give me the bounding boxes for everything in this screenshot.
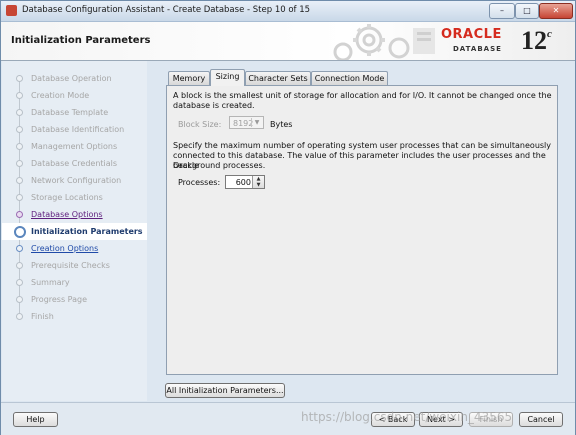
processes-description-line1: Specify the maximum number of operating … [173,141,552,150]
step-label: Creation Mode [31,91,90,100]
step-label: Summary [31,278,70,287]
step-dot [16,143,23,150]
step-current-dot [14,226,26,238]
cancel-button[interactable]: Cancel [519,412,563,427]
step-dot [16,160,23,167]
step-label[interactable]: Creation Options [31,244,98,253]
step-label: Database Operation [31,74,112,83]
steps-panel: Database Operation Creation Mode Databas… [2,61,147,401]
step-dot [16,296,23,303]
tab-memory[interactable]: Memory [168,71,210,85]
minimize-button[interactable]: – [489,3,515,19]
step-prerequisite-checks: Prerequisite Checks [2,257,147,274]
processes-spinner[interactable]: 600 ▲ ▼ [225,175,265,189]
step-initialization-parameters: Initialization Parameters [2,223,147,240]
app-icon [6,5,17,16]
main-content: Memory Sizing Character Sets Connection … [158,69,558,375]
header-banner: Initialization Parameters ORACLE DATABAS… [1,22,575,61]
spinner-arrows-icon[interactable]: ▲ ▼ [252,176,264,188]
step-label: Prerequisite Checks [31,261,110,270]
step-label: Progress Page [31,295,88,304]
step-dot [16,109,23,116]
step-management-options: Management Options [2,138,147,155]
block-size-label: Block Size: [178,120,222,129]
step-summary: Summary [2,274,147,291]
step-dot [16,92,23,99]
step-label: Initialization Parameters [31,227,143,236]
step-label: Database Identification [31,125,125,134]
step-network-configuration: Network Configuration [2,172,147,189]
step-label: Database Credentials [31,159,118,168]
step-label: Database Template [31,108,109,117]
step-label: Finish [31,312,54,321]
window-title: Database Configuration Assistant - Creat… [22,5,311,15]
step-dot [16,177,23,184]
step-dot [16,245,23,252]
step-finish: Finish [2,308,147,325]
step-progress-page: Progress Page [2,291,147,308]
close-button[interactable]: ✕ [539,3,573,19]
processes-value[interactable]: 600 [236,178,251,187]
database-logo-text: DATABASE [453,45,502,53]
tab-character-sets[interactable]: Character Sets [245,71,311,85]
step-database-credentials: Database Credentials [2,155,147,172]
oracle-logo: ORACLE [441,27,502,42]
step-dot [16,279,23,286]
step-creation-mode: Creation Mode [2,87,147,104]
step-dot [16,194,23,201]
step-database-identification: Database Identification [2,121,147,138]
sizing-panel: A block is the smallest unit of storage … [166,85,558,375]
step-dot [16,75,23,82]
processes-description-line3: background processes. [173,161,266,170]
block-size-select: 8192 ▼ [229,116,264,129]
step-dot [16,211,23,218]
tab-connection-mode[interactable]: Connection Mode [311,71,388,85]
block-description-line2: database is created. [173,101,255,110]
block-size-unit: Bytes [270,120,293,129]
page-heading: Initialization Parameters [11,35,151,46]
all-initialization-parameters-button[interactable]: All Initialization Parameters... [165,383,285,398]
step-label[interactable]: Database Options [31,210,103,219]
gears-icon [333,24,435,60]
step-database-template: Database Template [2,104,147,121]
processes-label: Processes: [178,178,221,187]
title-bar[interactable]: Database Configuration Assistant - Creat… [1,1,575,22]
step-dot [16,126,23,133]
dbca-window: Database Configuration Assistant - Creat… [0,0,576,435]
tab-sizing[interactable]: Sizing [210,69,245,86]
block-description-line1: A block is the smallest unit of storage … [173,91,552,100]
chevron-down-icon: ▼ [251,118,262,127]
step-storage-locations: Storage Locations [2,189,147,206]
maximize-button[interactable]: □ [515,3,539,19]
step-creation-options[interactable]: Creation Options [2,240,147,257]
step-label: Management Options [31,142,118,151]
step-database-options[interactable]: Database Options [2,206,147,223]
step-dot [16,313,23,320]
step-label: Network Configuration [31,176,122,185]
step-label: Storage Locations [31,193,103,202]
watermark-text: https://blog.csdn.net/weixin_43565 [301,410,513,424]
step-database-operation: Database Operation [2,70,147,87]
version-suffix: c [547,28,552,40]
version-number: 12 [521,26,547,55]
version-logo: 12c [521,26,552,56]
help-button[interactable]: Help [13,412,58,427]
step-dot [16,262,23,269]
